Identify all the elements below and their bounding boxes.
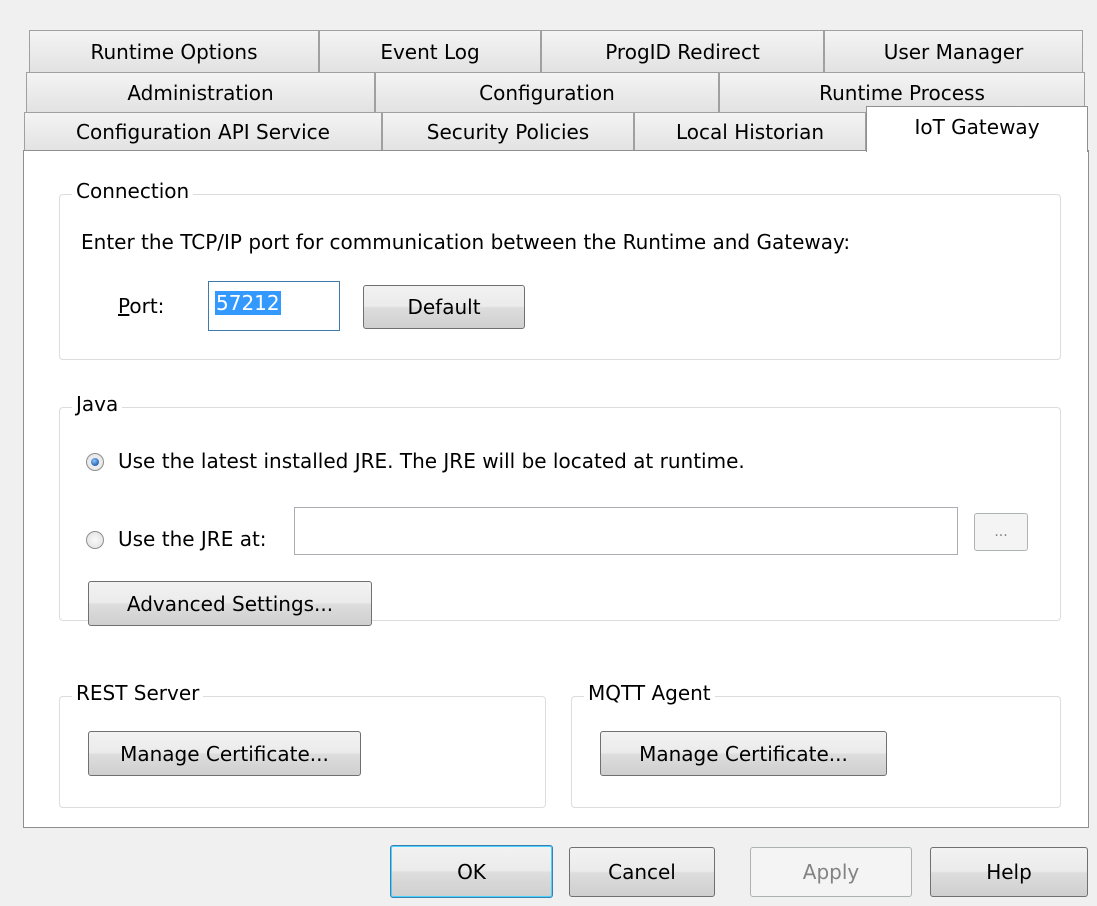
mqtt-agent-group-title: MQTT Agent	[584, 681, 715, 705]
iot-gateway-panel: Connection Enter the TCP/IP port for com…	[23, 150, 1089, 828]
tab-configuration[interactable]: Configuration	[375, 72, 719, 112]
advanced-settings-button[interactable]: Advanced Settings...	[88, 581, 372, 626]
connection-group-title: Connection	[72, 179, 194, 203]
tab-iot-gateway[interactable]: IoT Gateway	[866, 106, 1088, 152]
help-button[interactable]: Help	[930, 847, 1088, 897]
connection-instruction: Enter the TCP/IP port for communication …	[81, 230, 851, 254]
tab-user-manager[interactable]: User Manager	[824, 30, 1083, 72]
jre-path-input[interactable]	[294, 507, 958, 555]
tab-configuration-api-service[interactable]: Configuration API Service	[24, 112, 382, 151]
tab-security-policies[interactable]: Security Policies	[382, 112, 634, 151]
mqtt-manage-certificate-button[interactable]: Manage Certificate...	[600, 731, 887, 776]
tab-runtime-options[interactable]: Runtime Options	[29, 30, 319, 72]
radio-latest-jre[interactable]	[86, 453, 104, 471]
apply-button[interactable]: Apply	[750, 847, 912, 897]
radio-latest-jre-label[interactable]: Use the latest installed JRE. The JRE wi…	[118, 449, 745, 473]
browse-jre-button[interactable]: ...	[974, 513, 1028, 551]
tab-local-historian[interactable]: Local Historian	[634, 112, 866, 151]
properties-dialog: Runtime Options Event Log ProgID Redirec…	[0, 0, 1097, 906]
cancel-button[interactable]: Cancel	[569, 847, 715, 897]
ok-button[interactable]: OK	[390, 845, 553, 898]
port-label: Port:	[118, 294, 165, 318]
tab-administration[interactable]: Administration	[26, 72, 375, 112]
port-value: 57212	[215, 291, 281, 315]
tab-event-log[interactable]: Event Log	[319, 30, 541, 72]
tab-progid-redirect[interactable]: ProgID Redirect	[541, 30, 824, 72]
default-port-button[interactable]: Default	[363, 285, 525, 329]
java-group-title: Java	[72, 392, 123, 416]
connection-group: Connection	[59, 179, 1061, 360]
port-input[interactable]: 57212	[208, 281, 340, 331]
radio-jre-path-label[interactable]: Use the JRE at:	[118, 527, 267, 551]
radio-jre-path[interactable]	[86, 531, 104, 549]
rest-server-group-title: REST Server	[72, 681, 204, 705]
rest-manage-certificate-button[interactable]: Manage Certificate...	[88, 731, 361, 776]
